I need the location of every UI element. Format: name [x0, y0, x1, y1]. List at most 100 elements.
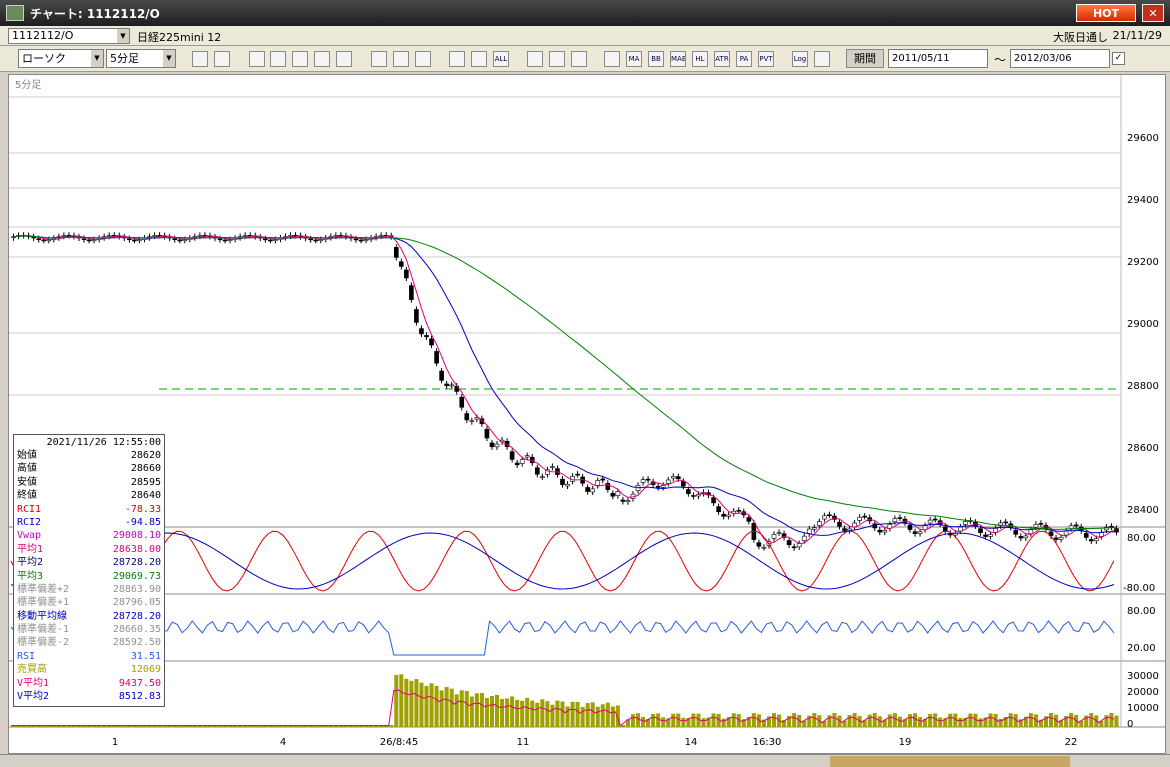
pen-icon[interactable]: [371, 51, 387, 67]
window-titlebar: チャート: 1112112/O HOT ✕: [0, 0, 1170, 26]
compare-icon[interactable]: [292, 51, 308, 67]
candle: [600, 478, 606, 481]
chart-area[interactable]: 29600 29400 29200 29000 28800 28600 28400 5分足 80…: [8, 74, 1166, 754]
ma1-line: [13, 235, 1117, 545]
log-icon[interactable]: Log: [792, 51, 808, 67]
crosshair-icon[interactable]: [214, 51, 230, 67]
close-button[interactable]: ✕: [1142, 4, 1164, 22]
volume-bar: [404, 678, 409, 727]
interval-select[interactable]: 5分足 ▼: [106, 49, 176, 68]
all-icon[interactable]: ALL: [493, 51, 509, 67]
bb-icon[interactable]: BB: [648, 51, 664, 67]
wrench-icon[interactable]: [549, 51, 565, 67]
candle: [771, 534, 777, 539]
split2-icon[interactable]: [471, 51, 487, 67]
volume-bar: [636, 713, 641, 727]
cursor-icon[interactable]: [393, 51, 409, 67]
candle: [449, 384, 454, 387]
volume-bar: [681, 717, 686, 727]
candle: [152, 235, 157, 237]
volume-bar: [928, 713, 933, 727]
candle: [862, 515, 867, 518]
app-icon: [6, 5, 24, 21]
volume-bar: [641, 716, 646, 727]
date-from-field[interactable]: 2011/05/11: [888, 49, 988, 68]
candle: [756, 542, 762, 547]
info-row: 高値 28660: [17, 462, 161, 475]
period-checkbox[interactable]: ✓: [1112, 52, 1125, 65]
instrument-name: 日経225mini 12: [137, 31, 222, 44]
chart-type-select[interactable]: ローソク ▼: [18, 49, 104, 68]
candle: [897, 517, 903, 519]
volume-bar: [434, 685, 439, 727]
info-label: 終値: [17, 490, 37, 502]
candle: [459, 396, 465, 408]
date-to-field[interactable]: 2012/03/06: [1010, 49, 1110, 68]
info-label: 標準偏差+2: [17, 583, 70, 595]
info-label: RCI1: [17, 503, 42, 515]
hot-button[interactable]: HOT: [1076, 4, 1136, 22]
volume-bar: [525, 697, 530, 727]
info-value: 28595: [130, 476, 161, 488]
brick-icon[interactable]: [527, 51, 543, 67]
atr-icon[interactable]: ATR: [714, 51, 730, 67]
export-icon[interactable]: [814, 51, 830, 67]
info-value: 28640: [130, 490, 161, 502]
candle: [817, 521, 822, 526]
para-icon[interactable]: PA RA: [736, 51, 752, 67]
bar-icon[interactable]: [314, 51, 330, 67]
hl-icon[interactable]: HL: [692, 51, 708, 67]
ichimoku-icon[interactable]: [604, 51, 620, 67]
mae-icon[interactable]: MAE: [670, 51, 686, 67]
info-row: 平均3 29069.73: [17, 570, 161, 583]
candle: [942, 526, 948, 532]
candle: [419, 328, 424, 335]
info-label: V平均1: [17, 677, 50, 689]
candle: [565, 484, 570, 487]
zoom-icon[interactable]: [192, 51, 208, 67]
candle: [691, 495, 696, 497]
period-button[interactable]: 期間: [846, 49, 884, 68]
chevron-down-icon[interactable]: ▼: [163, 50, 175, 67]
ma-icon[interactable]: MA: [626, 51, 642, 67]
info-value: 28592.50: [112, 637, 161, 649]
volume-bar: [394, 675, 399, 727]
volume-bar: [479, 693, 484, 727]
volume-bar: [535, 702, 540, 727]
color-icon[interactable]: [571, 51, 587, 67]
volume-tick-label: 20000: [1127, 687, 1159, 698]
rci1-line: [10, 530, 1115, 592]
split-icon[interactable]: [449, 51, 465, 67]
info-row: 標準偏差-2 28592.50: [17, 636, 161, 649]
chart-canvas[interactable]: 29600 29400 29200 29000 28800 28600 28400 5分足 80…: [9, 75, 1165, 753]
chevron-down-icon[interactable]: ▼: [117, 29, 129, 43]
volume-bar: [832, 713, 837, 727]
volume-bar: [661, 717, 666, 727]
candle: [615, 491, 621, 496]
volume-bar: [897, 716, 902, 727]
horizontal-scrollbar[interactable]: [0, 754, 1170, 767]
volume-bar: [560, 701, 565, 727]
pvt-icon[interactable]: PVT: [758, 51, 774, 67]
volume-bar: [545, 701, 550, 727]
info-row: RSI 31.51: [17, 650, 161, 663]
volume-bar: [610, 706, 615, 727]
candle: [625, 500, 631, 503]
eraser-icon[interactable]: [415, 51, 431, 67]
candle: [665, 479, 671, 484]
code-combo[interactable]: 1112112/O ▼: [8, 28, 130, 44]
chevron-down-icon[interactable]: ▼: [91, 50, 103, 67]
candle: [514, 462, 520, 466]
search-chart-icon[interactable]: [270, 51, 286, 67]
info-row: V平均1 9437.50: [17, 677, 161, 690]
draw-icon[interactable]: [249, 51, 265, 67]
candle: [590, 488, 596, 493]
volume-bar: [892, 713, 897, 727]
candle: [660, 485, 666, 488]
volume-bar: [701, 718, 706, 727]
osc-tick-label: 80.00: [1127, 533, 1156, 544]
x-axis-label: 22: [1065, 737, 1078, 748]
ma2-line: [13, 235, 1117, 536]
memo-icon[interactable]: [336, 51, 352, 67]
scrollbar-thumb[interactable]: [830, 756, 1070, 767]
